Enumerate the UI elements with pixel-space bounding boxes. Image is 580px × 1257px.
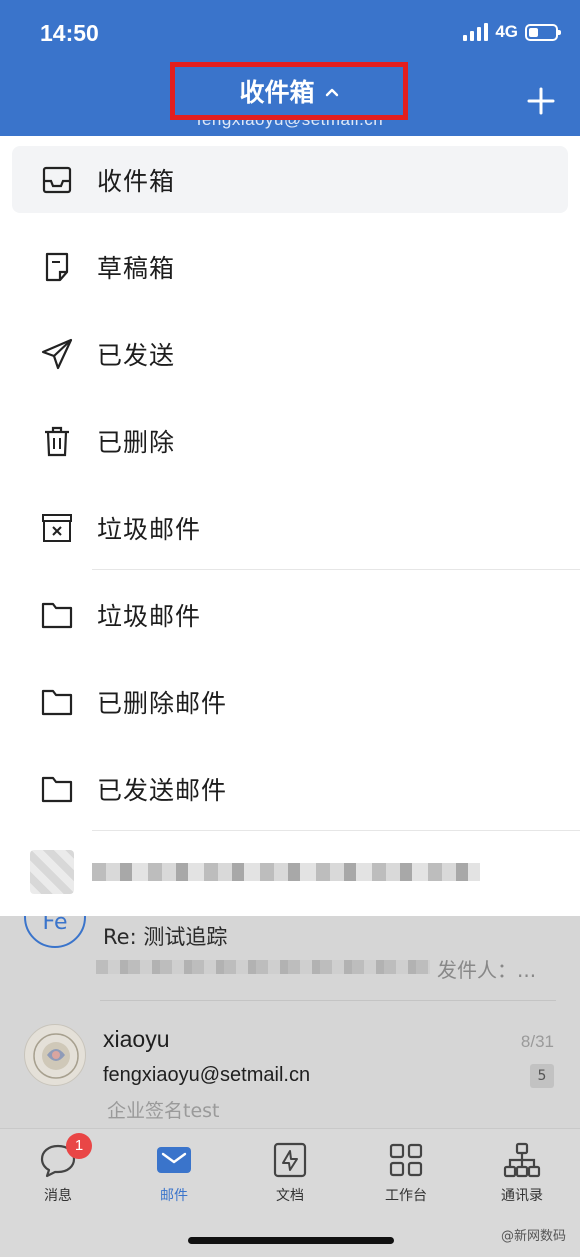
- tab-label: 消息: [44, 1188, 72, 1204]
- menu-item-label: 垃圾邮件: [97, 601, 202, 631]
- menu-item-spam[interactable]: 垃圾邮件: [12, 494, 568, 561]
- org-chart-icon: [503, 1142, 541, 1178]
- menu-item-folder-deleted[interactable]: 已删除邮件: [12, 668, 568, 735]
- mail-subject[interactable]: Re: 测试追踪: [103, 921, 227, 951]
- menu-item-drafts[interactable]: 草稿箱: [12, 233, 568, 300]
- mail-list: Fe Re: 测试追踪 发件人：... xiaoyu 8/31 fengxiao…: [0, 916, 580, 1128]
- list-divider: [100, 1000, 556, 1001]
- battery-icon: [525, 23, 561, 41]
- document-icon: [273, 1142, 307, 1178]
- menu-item-label: 收件箱: [97, 166, 176, 196]
- menu-item-folder-sent[interactable]: 已发送邮件: [12, 755, 568, 822]
- tab-label: 工作台: [385, 1188, 427, 1204]
- menu-item-folder-spam[interactable]: 垃圾邮件: [12, 581, 568, 648]
- tab-label: 通讯录: [501, 1188, 543, 1204]
- mail-sender-email: fengxiaoyu@setmail.cn: [103, 1064, 311, 1086]
- mailbox-switcher[interactable]: 收件箱: [170, 62, 408, 120]
- folder-icon: [40, 772, 74, 806]
- status-time: 14:50: [40, 20, 99, 46]
- menu-divider: [92, 830, 580, 831]
- blurred-account-row[interactable]: [30, 850, 480, 894]
- mail-icon: [157, 1147, 191, 1173]
- tab-label: 文档: [276, 1188, 304, 1204]
- menu-divider: [92, 569, 580, 570]
- mail-sender-name[interactable]: xiaoyu: [103, 1026, 169, 1053]
- menu-item-label: 已发送邮件: [97, 775, 228, 805]
- header-bar: 14:50 4G fengxiaoyu@setmail.cn 收件箱: [0, 0, 580, 136]
- network-type: 4G: [495, 22, 518, 41]
- menu-item-label: 已删除邮件: [97, 688, 228, 718]
- page-title: 收件箱: [239, 78, 315, 107]
- tab-contacts[interactable]: 通讯录: [464, 1141, 580, 1211]
- blurred-text: [96, 960, 430, 974]
- menu-item-label: 草稿箱: [97, 253, 176, 283]
- blurred-avatar: [30, 850, 74, 894]
- mail-from-label: 发件人：...: [437, 958, 537, 982]
- mail-date: 8/31: [520, 1032, 554, 1051]
- folder-menu: 收件箱 草稿箱 已发送 已删除 垃圾邮件 垃圾邮件 已删除邮件 已发送邮件: [0, 136, 580, 916]
- folder-icon: [40, 598, 74, 632]
- blurred-text: [92, 863, 480, 881]
- menu-item-inbox[interactable]: 收件箱: [12, 146, 568, 213]
- avatar: [24, 1024, 86, 1086]
- sent-icon: [40, 337, 74, 371]
- mail-snippet: 企业签名test: [107, 1100, 220, 1122]
- chevron-up-icon: [325, 88, 338, 97]
- inbox-icon: [40, 163, 74, 197]
- status-indicators: 4G: [463, 22, 561, 42]
- tab-messages[interactable]: 1 消息: [0, 1133, 116, 1211]
- menu-item-label: 已删除: [97, 427, 176, 457]
- tab-mail[interactable]: 邮件: [116, 1141, 232, 1211]
- trash-icon: [40, 424, 74, 458]
- signal-icon: [463, 23, 489, 41]
- home-indicator[interactable]: [188, 1237, 394, 1244]
- watermark: @新网数码: [500, 1229, 566, 1244]
- notification-badge: 1: [66, 1133, 92, 1159]
- tab-label: 邮件: [160, 1188, 188, 1204]
- grid-icon: [389, 1143, 423, 1177]
- spam-icon: [40, 511, 74, 545]
- menu-item-label: 已发送: [97, 340, 176, 370]
- menu-item-label: 垃圾邮件: [97, 514, 202, 544]
- tab-workbench[interactable]: 工作台: [348, 1141, 464, 1211]
- avatar: Fe: [24, 916, 86, 948]
- folder-icon: [40, 685, 74, 719]
- menu-item-deleted[interactable]: 已删除: [12, 407, 568, 474]
- menu-item-sent[interactable]: 已发送: [12, 320, 568, 387]
- tab-documents[interactable]: 文档: [232, 1141, 348, 1211]
- add-icon[interactable]: [526, 86, 556, 116]
- draft-icon: [40, 250, 74, 284]
- thread-count-badge: 5: [530, 1064, 554, 1088]
